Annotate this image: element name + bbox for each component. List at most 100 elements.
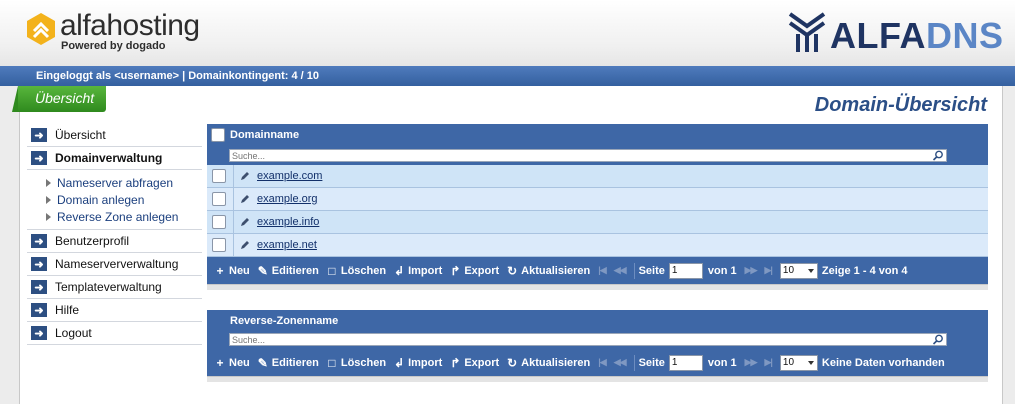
last-page-icon[interactable]: ▶|	[764, 265, 773, 276]
grid-header: Reverse-Zonenname	[207, 310, 988, 331]
refresh-button[interactable]: ↻ Aktualisieren	[507, 264, 590, 278]
domain-link[interactable]: example.info	[257, 216, 319, 228]
page-of-label: von 1	[707, 356, 737, 369]
sidebar-item-template-management[interactable]: ➜ Templateverwaltung	[27, 276, 202, 299]
sidebar-nav: ➜ Übersicht ➜ Domainverwaltung Nameserve…	[27, 124, 202, 345]
sidebar-subitem-query-nameserver[interactable]: Nameserver abfragen	[46, 174, 202, 191]
pencil-icon[interactable]	[239, 216, 251, 228]
triangle-right-icon	[46, 195, 51, 204]
export-button[interactable]: ↱ Export	[450, 264, 499, 278]
table-row[interactable]: example.org	[207, 187, 988, 211]
triangle-right-icon	[46, 212, 51, 221]
sidebar-item-label: Hilfe	[55, 303, 80, 317]
trash-icon: □	[328, 263, 336, 278]
reverse-zone-grid: Reverse-Zonenname + Neu ✎Editieren □ Lösch…	[207, 310, 988, 382]
alfadns-logo-icon	[788, 12, 826, 52]
edit-label: Editieren	[271, 356, 319, 369]
search-icon[interactable]	[932, 334, 944, 345]
page-number-input[interactable]: 1	[668, 354, 703, 371]
table-row[interactable]: example.info	[207, 210, 988, 234]
first-page-icon[interactable]: |◀	[598, 265, 607, 276]
sidebar-item-user-profile[interactable]: ➜ Benutzerprofil	[27, 230, 202, 253]
column-header-domainname[interactable]: Domainname	[230, 129, 299, 141]
page-label: Seite	[638, 356, 665, 369]
prev-page-icon[interactable]: ◀◀	[614, 265, 627, 276]
row-checkbox[interactable]	[212, 238, 226, 252]
sidebar-item-label: Domainverwaltung	[55, 151, 163, 165]
new-button[interactable]: + Neu	[215, 263, 249, 278]
delete-button[interactable]: □ Löschen	[327, 356, 386, 370]
grid-footer-spacer	[207, 284, 988, 290]
page-size-value: 10	[782, 265, 795, 276]
wordmark-dns: DNS	[926, 15, 1004, 56]
new-button[interactable]: + Neu	[215, 356, 249, 370]
row-checkbox[interactable]	[212, 215, 226, 229]
sidebar-item-overview[interactable]: ➜ Übersicht	[27, 124, 202, 147]
pencil-icon[interactable]	[239, 170, 251, 182]
edit-button[interactable]: ✎ Editieren	[258, 264, 319, 278]
table-row[interactable]: example.com	[207, 164, 988, 188]
column-header-reverse-zonename[interactable]: Reverse-Zonenname	[230, 315, 338, 327]
prev-page-icon[interactable]: ◀◀	[614, 357, 627, 368]
delete-label: Löschen	[340, 264, 387, 277]
row-checkbox[interactable]	[212, 192, 226, 206]
arrow-right-icon: ➜	[31, 128, 47, 142]
import-button[interactable]: ↲ Import	[394, 356, 442, 370]
sidebar-item-domain-management[interactable]: ➜ Domainverwaltung	[27, 147, 202, 170]
page-label: Seite	[638, 264, 665, 277]
arrow-right-icon: ➜	[31, 326, 47, 340]
page-number-input[interactable]: 1	[668, 262, 703, 279]
domain-link[interactable]: example.com	[257, 170, 322, 182]
select-all-checkbox[interactable]	[211, 127, 225, 142]
search-row	[207, 331, 988, 349]
sidebar-subitem-create-domain[interactable]: Domain anlegen	[46, 191, 202, 208]
last-page-icon[interactable]: ▶|	[764, 357, 773, 368]
domain-search-input[interactable]	[229, 149, 947, 162]
edit-button[interactable]: ✎ Editieren	[258, 356, 319, 370]
sidebar-subitem-create-reverse-zone[interactable]: Reverse Zone anlegen	[46, 208, 202, 225]
page-size-select[interactable]: 10	[779, 354, 818, 371]
page-of-label: von 1	[707, 264, 737, 277]
export-label: Export	[464, 356, 500, 369]
refresh-label: Aktualisieren	[521, 356, 591, 369]
chevron-down-icon	[807, 268, 814, 273]
sidebar-item-help[interactable]: ➜ Hilfe	[27, 299, 202, 322]
toolbar-separator	[633, 262, 635, 279]
pencil-icon[interactable]	[239, 193, 251, 205]
row-divider	[233, 164, 234, 188]
sidebar-item-label: Nameserververwaltung	[55, 257, 179, 271]
table-row[interactable]: example.net	[207, 233, 988, 257]
export-button[interactable]: ↱ Export	[450, 356, 499, 370]
edit-label: Editieren	[271, 264, 319, 277]
domain-link[interactable]: example.org	[257, 193, 318, 205]
plus-icon: +	[216, 263, 224, 278]
domain-link[interactable]: example.net	[257, 239, 317, 251]
next-page-icon[interactable]: ▶▶	[745, 357, 758, 368]
sidebar-item-logout[interactable]: ➜ Logout	[27, 322, 202, 345]
reverse-search-input[interactable]	[229, 333, 947, 346]
next-page-icon[interactable]: ▶▶	[745, 265, 758, 276]
page-size-select[interactable]: 10	[779, 262, 818, 279]
subitem-label: Reverse Zone anlegen	[57, 209, 179, 224]
toolbar-separator	[633, 354, 635, 371]
paging-info: Zeige 1 - 4 von 4	[821, 264, 908, 277]
delete-button[interactable]: □ Löschen	[327, 264, 386, 278]
search-row	[207, 145, 988, 165]
import-button[interactable]: ↲ Import	[394, 264, 442, 278]
row-checkbox[interactable]	[212, 169, 226, 183]
sidebar-item-label: Logout	[55, 326, 92, 340]
import-label: Import	[408, 264, 443, 277]
sidebar-item-nameserver-management[interactable]: ➜ Nameserververwaltung	[27, 253, 202, 276]
app-header: alfahosting Powered by dogado ALFADNS	[0, 0, 1015, 66]
row-divider	[233, 187, 234, 211]
refresh-button[interactable]: ↻ Aktualisieren	[507, 356, 590, 370]
chevron-down-icon	[807, 360, 814, 365]
sidebar-item-label: Benutzerprofil	[55, 234, 130, 248]
search-icon[interactable]	[932, 150, 944, 161]
triangle-right-icon	[46, 178, 51, 187]
pencil-icon[interactable]	[239, 239, 251, 251]
row-divider	[233, 233, 234, 257]
pencil-icon: ✎	[257, 355, 268, 370]
tab-overview[interactable]: Übersicht	[12, 86, 106, 112]
first-page-icon[interactable]: |◀	[598, 357, 607, 368]
